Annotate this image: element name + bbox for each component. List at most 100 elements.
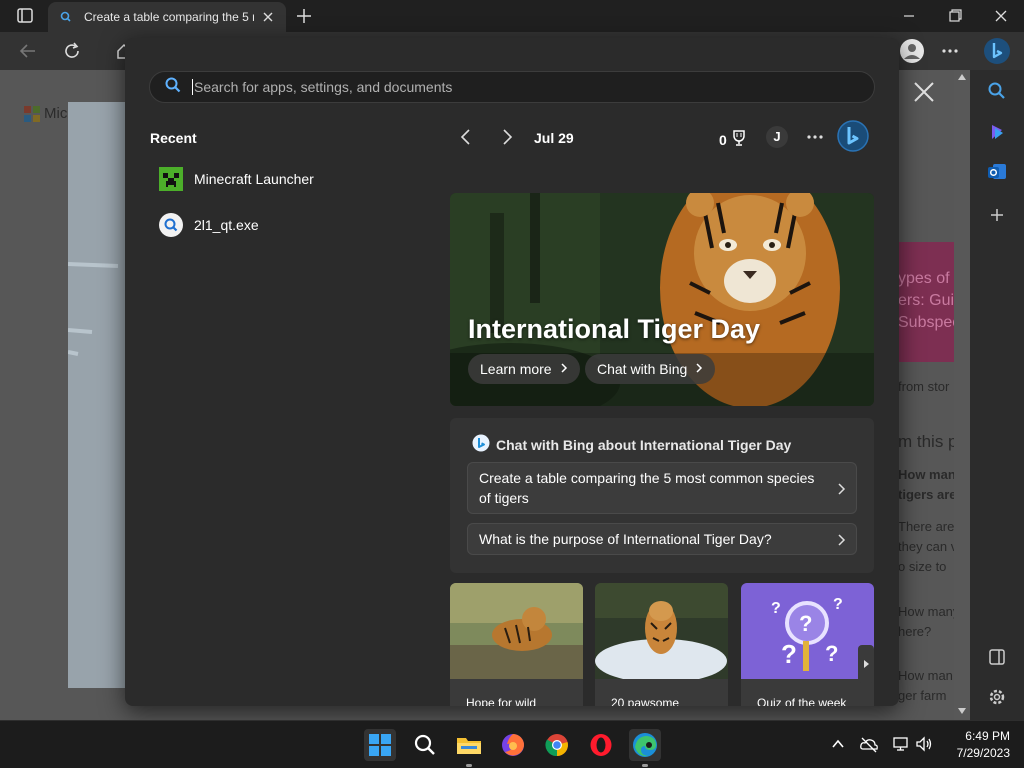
- profile-avatar-icon[interactable]: [899, 38, 925, 64]
- side-text-line: o size to: [898, 559, 947, 574]
- tab-actions-icon[interactable]: [8, 6, 40, 26]
- sidebar-search-icon[interactable]: [986, 80, 1008, 102]
- tiger-running-image: [595, 583, 728, 683]
- running-indicator: [642, 764, 648, 767]
- more-options-icon[interactable]: [805, 126, 825, 148]
- page-hero-image: [67, 102, 126, 688]
- recent-item-label: Minecraft Launcher: [194, 171, 314, 187]
- svg-text:?: ?: [825, 641, 838, 666]
- side-text-line: they can v: [898, 539, 954, 554]
- learn-more-button[interactable]: Learn more: [468, 354, 580, 384]
- clock-time: 6:49 PM: [965, 729, 1010, 743]
- tiger-day-hero[interactable]: International Tiger Day Learn more Chat …: [450, 193, 874, 406]
- search-input[interactable]: [192, 79, 832, 95]
- rewards-points[interactable]: 0: [719, 129, 747, 150]
- page-scrollbar[interactable]: [954, 70, 970, 720]
- search-box[interactable]: [149, 71, 875, 103]
- chevron-right-icon: [836, 481, 846, 495]
- sidebar-copilot-icon[interactable]: [986, 121, 1008, 143]
- side-text-line: How many: [898, 604, 954, 619]
- chevron-right-icon: [836, 532, 846, 546]
- svg-text:?: ?: [771, 600, 781, 617]
- article-card-line: Subspec: [898, 314, 954, 331]
- more-options-icon[interactable]: [938, 40, 962, 62]
- restore-button[interactable]: [940, 4, 970, 28]
- file-explorer-icon[interactable]: [453, 729, 485, 761]
- sidebar-add-icon[interactable]: [986, 204, 1008, 226]
- account-avatar[interactable]: J: [766, 126, 788, 148]
- article-card-line: ers: Gui: [898, 292, 954, 309]
- bing-copilot-icon[interactable]: [982, 36, 1012, 66]
- show-hidden-icons-button[interactable]: [828, 734, 848, 754]
- recent-item-2l1-qt[interactable]: 2l1_qt.exe: [159, 209, 429, 241]
- bing-search-favicon-icon: [58, 9, 74, 25]
- minimize-button[interactable]: [894, 4, 924, 28]
- chat-heading: Chat with Bing about International Tiger…: [472, 434, 791, 455]
- side-text-line: How many: [898, 467, 954, 482]
- thumb-20-pawsome[interactable]: 20 pawsome: [595, 583, 728, 706]
- previous-day-button[interactable]: [458, 126, 474, 148]
- next-day-button[interactable]: [499, 126, 515, 148]
- tab-title: Create a table comparing the 5 m: [84, 10, 254, 24]
- thumb-quiz-of-the-week[interactable]: ? ? ? ? ? Quiz of the week: [741, 583, 874, 706]
- chat-with-bing-label: Chat with Bing: [597, 361, 688, 377]
- rewards-points-count: 0: [719, 131, 727, 148]
- chrome-icon[interactable]: [541, 729, 573, 761]
- edge-sidebar: [970, 70, 1024, 720]
- thumb-label: Hope for wild: [466, 696, 537, 706]
- start-button[interactable]: [364, 729, 396, 761]
- sidebar-panel-icon[interactable]: [986, 646, 1008, 668]
- sidebar-settings-icon[interactable]: [986, 686, 1008, 708]
- back-icon[interactable]: [16, 40, 40, 62]
- edge-icon[interactable]: [629, 729, 661, 761]
- system-clock[interactable]: 6:49 PM 7/29/2023: [957, 728, 1010, 762]
- chat-heading-text: Chat with Bing about International Tiger…: [496, 436, 792, 453]
- carousel-next-button[interactable]: [858, 645, 874, 683]
- article-card[interactable]: ypes of ers: Gui Subspec: [898, 242, 954, 362]
- svg-text:?: ?: [799, 611, 812, 636]
- close-window-button[interactable]: [986, 4, 1016, 28]
- opera-icon[interactable]: [585, 729, 617, 761]
- trophy-icon: [731, 129, 747, 150]
- recent-item-minecraft[interactable]: Minecraft Launcher: [159, 163, 429, 195]
- sidebar-outlook-icon[interactable]: [986, 161, 1008, 183]
- bing-logo-icon: [472, 434, 490, 455]
- hero-title: International Tiger Day: [468, 314, 761, 344]
- refresh-icon[interactable]: [60, 40, 84, 62]
- bing-chat-card: Chat with Bing about International Tiger…: [450, 418, 874, 573]
- chat-with-bing-button[interactable]: Chat with Bing: [585, 354, 716, 384]
- thumb-label: Quiz of the week: [757, 696, 847, 706]
- side-text-line: m this p: [898, 432, 954, 451]
- quiz-magnifier-image: ? ? ? ? ?: [741, 583, 874, 679]
- running-indicator: [466, 764, 472, 767]
- onedrive-icon[interactable]: [859, 734, 879, 754]
- search-icon: [164, 76, 182, 99]
- volume-icon[interactable]: [914, 734, 934, 754]
- learn-more-label: Learn more: [480, 361, 552, 377]
- chat-prompt-tigers-table[interactable]: Create a table comparing the 5 most comm…: [467, 462, 857, 514]
- browser-titlebar: Create a table comparing the 5 m: [0, 0, 1024, 32]
- chevron-right-icon: [560, 361, 568, 377]
- network-icon[interactable]: [891, 734, 911, 754]
- side-text-line: ger farm: [898, 688, 947, 703]
- microsoft-wordmark: Mic: [44, 105, 68, 122]
- new-tab-button[interactable]: [292, 6, 316, 26]
- chat-prompt-purpose[interactable]: What is the purpose of International Tig…: [467, 523, 857, 555]
- page-close-icon[interactable]: [912, 80, 936, 104]
- recent-item-label: 2l1_qt.exe: [194, 217, 259, 233]
- tab-close-icon[interactable]: [260, 9, 276, 25]
- windows-search-flyout: Recent Minecraft Launcher 2l1_qt.exe Jul…: [125, 38, 899, 706]
- side-text-line: from stor: [898, 379, 950, 394]
- taskbar-search-button[interactable]: [409, 729, 441, 761]
- bing-chat-icon[interactable]: [836, 119, 870, 153]
- chevron-right-icon: [695, 361, 703, 377]
- date-label: Jul 29: [534, 130, 574, 146]
- windows-taskbar: 6:49 PM 7/29/2023: [0, 720, 1024, 768]
- browser-tab-active[interactable]: Create a table comparing the 5 m: [48, 2, 286, 32]
- thumb-label: 20 pawsome: [611, 696, 680, 706]
- thumb-hope-for-wild[interactable]: Hope for wild: [450, 583, 583, 706]
- chat-prompt-text: Create a table comparing the 5 most comm…: [479, 470, 815, 506]
- side-text-line: There are: [898, 519, 954, 534]
- firefox-icon[interactable]: [497, 729, 529, 761]
- microsoft-logo-icon: [24, 106, 40, 127]
